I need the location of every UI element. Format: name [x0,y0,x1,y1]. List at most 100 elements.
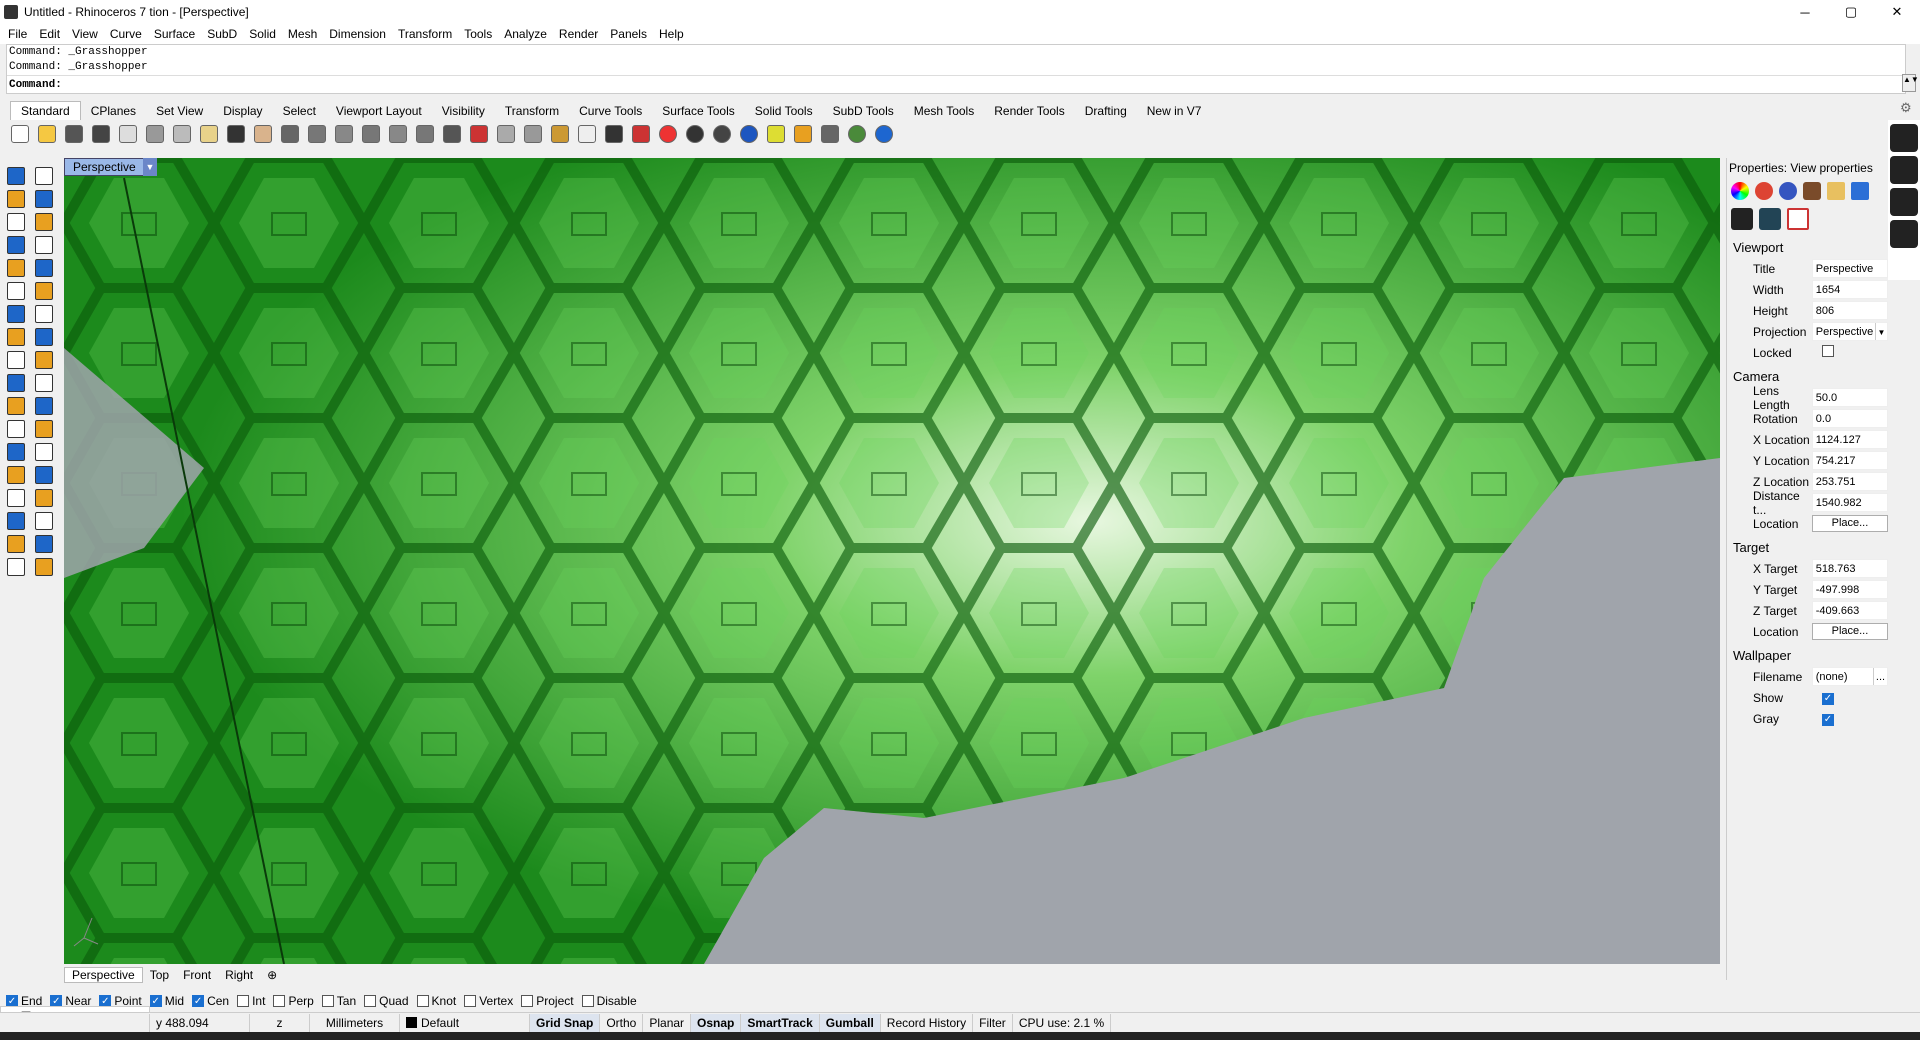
print-icon[interactable] [89,122,113,146]
osnap-int[interactable]: Int [237,994,265,1008]
render-icon[interactable] [1755,182,1773,200]
osnap-checkbox[interactable]: ✓ [149,995,162,1007]
osnap-checkbox[interactable]: ✓ [192,995,205,1007]
tab-render-tools[interactable]: Render Tools [984,102,1075,120]
options-icon[interactable] [791,122,815,146]
menu-item-edit[interactable]: Edit [39,27,60,41]
point-icon[interactable] [32,164,56,188]
camera-field[interactable]: 1540.982 [1811,493,1888,512]
zoom-dynamic-icon[interactable] [305,122,329,146]
transform-icon[interactable] [4,371,28,395]
height-field[interactable]: 806 [1811,301,1888,320]
help-icon[interactable] [872,122,896,146]
viewport-tab-top[interactable]: Top [143,968,176,982]
display-icon[interactable] [1851,182,1869,200]
maximize-button[interactable]: ▢ [1828,0,1874,24]
tab-display[interactable]: Display [213,102,272,120]
target-field[interactable]: 518.763 [1811,559,1888,578]
browse-button[interactable]: ... [1873,668,1887,685]
planar-surface-icon[interactable] [32,325,56,349]
osnap-project[interactable]: Project [521,994,574,1008]
surface-icon[interactable] [4,279,28,303]
menu-item-transform[interactable]: Transform [398,27,452,41]
render-icon[interactable] [32,532,56,556]
tab-curve-tools[interactable]: Curve Tools [569,102,652,120]
video-dock-icon[interactable] [1890,156,1918,184]
decal-icon[interactable] [1803,182,1821,200]
edge-surface-icon[interactable] [32,279,56,303]
osnap-checkbox[interactable] [364,995,377,1007]
osnap-cen[interactable]: ✓ Cen [192,994,229,1008]
menu-item-dimension[interactable]: Dimension [329,27,386,41]
dimension-icon[interactable] [818,122,842,146]
polyline-icon[interactable] [4,187,28,211]
tab-cplanes[interactable]: CPlanes [81,102,146,120]
show-checkbox[interactable]: ✓ [1822,692,1834,705]
osnap-checkbox[interactable] [521,995,534,1007]
locked-checkbox[interactable] [1822,345,1834,357]
menu-item-solid[interactable]: Solid [249,27,276,41]
osnap-checkbox[interactable] [273,995,286,1007]
tab-transform[interactable]: Transform [495,102,569,120]
viewport-tab-front[interactable]: Front [176,968,218,982]
target-place-button[interactable]: Place... [1811,623,1888,640]
menu-item-analyze[interactable]: Analyze [504,27,547,41]
undo-icon[interactable] [224,122,248,146]
status-osnap[interactable]: Osnap [691,1013,742,1032]
osnap-perp[interactable]: Perp [273,994,314,1008]
cut-icon[interactable] [143,122,167,146]
material-icon[interactable] [629,122,653,146]
menu-item-subd[interactable]: SubD [207,27,237,41]
tab-viewport-layout[interactable]: Viewport Layout [326,102,432,120]
curve-icon[interactable] [32,187,56,211]
tab-mesh-tools[interactable]: Mesh Tools [904,102,984,120]
color-wheel-icon[interactable] [656,122,680,146]
status-record-history[interactable]: Record History [881,1013,974,1032]
offset-icon[interactable] [32,417,56,441]
ellipse-icon[interactable] [4,256,28,280]
material-icon[interactable] [1731,182,1749,200]
named-view-icon[interactable] [1759,208,1781,230]
solid-edit-icon[interactable] [4,394,28,418]
folder-icon[interactable] [1827,182,1845,200]
freeform-icon[interactable] [32,256,56,280]
rectangle-icon[interactable] [32,233,56,257]
target-field[interactable]: -497.998 [1811,580,1888,599]
projection-select[interactable]: Perspective ▼ [1811,322,1888,341]
lock-icon[interactable] [602,122,626,146]
paste-icon[interactable] [197,122,221,146]
add-viewport-tab-icon[interactable]: ⊕ [260,968,284,982]
tab-subd-tools[interactable]: SubD Tools [823,102,904,120]
osnap-icon[interactable] [548,122,572,146]
image-dock-icon[interactable] [1890,188,1918,216]
tab-select[interactable]: Select [273,102,326,120]
open-icon[interactable] [35,122,59,146]
camera-field[interactable]: 754.217 [1811,451,1888,470]
menu-item-render[interactable]: Render [559,27,598,41]
arc-icon[interactable] [32,210,56,234]
units-display[interactable]: Millimeters [310,1013,400,1032]
zoom-selected-icon[interactable] [386,122,410,146]
snap-icon[interactable] [32,555,56,579]
status-smarttrack[interactable]: SmartTrack [741,1013,820,1032]
layer-icon[interactable] [4,509,28,533]
tab-set-view[interactable]: Set View [146,102,213,120]
extrude-icon[interactable] [4,325,28,349]
light-icon[interactable] [575,122,599,146]
osnap-quad[interactable]: Quad [364,994,409,1008]
undo-view-icon[interactable] [413,122,437,146]
width-field[interactable]: 1654 [1811,280,1888,299]
close-button[interactable]: ✕ [1874,0,1920,24]
status-gumball[interactable]: Gumball [819,1013,881,1032]
filename-field[interactable]: (none)... [1811,667,1888,686]
status-ortho[interactable]: Ortho [600,1013,644,1032]
menu-item-help[interactable]: Help [659,27,684,41]
viewport-tab-right[interactable]: Right [218,968,260,982]
shaded-sphere-icon[interactable] [710,122,734,146]
status-filter[interactable]: Filter [973,1013,1013,1032]
menu-item-file[interactable]: File [8,27,27,41]
import-icon[interactable] [116,122,140,146]
osnap-mid[interactable]: ✓ Mid [149,994,184,1008]
osnap-checkbox[interactable] [321,995,334,1007]
tab-visibility[interactable]: Visibility [432,102,495,120]
